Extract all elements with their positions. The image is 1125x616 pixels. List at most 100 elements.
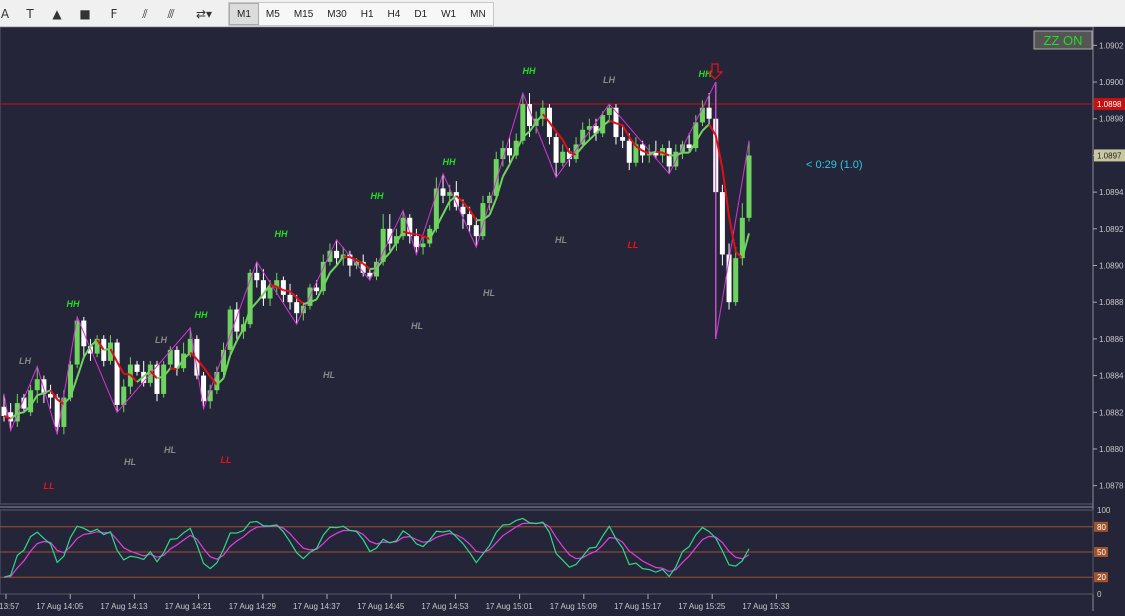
candle-body [327,250,333,262]
candle-body [507,148,513,156]
swing-label: HH [195,310,208,320]
fibonacci-icon[interactable]: ⫽ [136,4,154,24]
price-tick-label: 1.0898 [1099,115,1124,124]
oscillator-level-label: 100 [1097,506,1111,515]
price-tick-label: 1.0878 [1099,482,1124,491]
candle-body [467,214,473,226]
timeframe-mn-button[interactable]: MN [463,3,493,25]
moving-average-segment [123,372,131,376]
candle-body [167,349,173,365]
swing-label: LH [603,75,615,85]
swing-label: HL [555,235,567,245]
swing-label: HL [124,457,136,467]
swing-label: HH [275,229,288,239]
timeframe-m5-button[interactable]: M5 [259,3,287,25]
moving-average-segment [655,150,663,154]
moving-average-segment [283,289,291,293]
candle-body [706,107,712,119]
bar-timer-label: < 0:29 (1.0) [806,159,863,171]
candle-body [553,137,559,163]
swing-label: HH [371,191,384,201]
candle-body [413,236,419,248]
moving-average-segment [561,139,571,154]
candle-body [254,272,260,281]
candle-body [48,393,54,398]
timeframe-m15-button[interactable]: M15 [287,3,320,25]
candle-body [267,287,273,299]
zz-toggle-label: ZZ ON [1044,33,1083,48]
triangle-icon[interactable]: ▲ [48,4,66,24]
candle-body [287,294,293,303]
main-plot-frame [0,26,1094,505]
time-tick-label: 17 Aug 15:17 [614,602,662,611]
candle-body [440,188,446,196]
timeframe-h4-button[interactable]: H4 [381,3,408,25]
candle-body [280,280,286,295]
candle-body [699,107,705,123]
swing-label: HH [67,299,80,309]
oscillator-level-label: 50 [1097,548,1106,557]
timeframe-h1-button[interactable]: H1 [354,3,381,25]
moving-average-segment [701,123,710,132]
moving-average-segment [476,218,484,222]
swing-label: HL [164,445,176,455]
moving-average-segment [170,367,178,371]
candle-body [473,225,479,237]
candle-body [606,107,612,116]
current-price-label: 1.0897 [1097,151,1122,160]
timeframe-m30-button[interactable]: M30 [320,3,353,25]
candle-body [666,148,672,167]
timeframe-w1-button[interactable]: W1 [434,3,463,25]
rectangle-icon[interactable]: ■ [77,4,93,24]
price-tick-label: 1.0902 [1099,41,1124,50]
candle-body [580,129,586,145]
moving-average-segment [621,124,631,138]
time-tick-label: 17 Aug 14:29 [229,602,277,611]
price-tick-label: 1.0900 [1099,78,1124,87]
price-tick-label: 1.0890 [1099,262,1124,271]
channel-icon[interactable]: ⫻ [162,4,180,24]
candle-body [161,364,167,394]
price-chart-window[interactable]: LH HH LL HL HL LH HH LL HH HL HH HL HH HL HH HL LH LL HH < … [0,26,1125,611]
price-tick-label: 1.0886 [1099,335,1124,344]
moving-average-segment [17,411,25,415]
price-tick-label: 1.0884 [1099,372,1124,381]
time-tick-label: 17 Aug 14:13 [100,602,148,611]
time-tick-label: 17 Aug 15:33 [742,602,790,611]
candle-body [719,192,725,255]
timeframe-m1-button[interactable]: M1 [229,3,259,25]
swing-label: LL [221,455,232,465]
time-tick-label: 17 Aug 14:05 [36,602,84,611]
moving-average-segment [588,132,597,141]
swing-label: LH [155,335,167,345]
candles [1,82,752,435]
moving-average-segment [728,216,737,252]
candle-body [733,258,739,303]
arrows-dropdown-icon[interactable]: ⇄▾ [190,4,218,24]
chart-canvas[interactable]: LHHHLLHLHLLHHHLLHHHLHHHLHHHLHHHLLHLLHH< … [0,26,1125,611]
price-tick-label: 1.0888 [1099,298,1124,307]
oscillator-level-label: 0 [1097,590,1102,599]
time-tick-label: 17 Aug 14:45 [357,602,405,611]
fibonacci-fan-icon[interactable]: F [106,4,122,24]
candle-body [420,243,426,248]
moving-average-segment [409,232,417,236]
candle-body [114,342,120,405]
moving-average-segment [329,264,338,274]
timeframe-d1-button[interactable]: D1 [407,3,434,25]
oscillator-level-label: 80 [1097,523,1106,532]
price-tick-label: 1.0892 [1099,225,1124,234]
swing-label: HH [443,157,456,167]
candle-body [746,155,752,218]
timeframe-selector: M1 M5 M15 M30 H1 H4 D1 W1 MN [228,2,494,26]
swing-label: HL [323,370,335,380]
swing-labels: LHHHLLHLHLLHHHLLHHHLHHHLHHHLHHHLLHLLHH< … [19,30,1093,491]
time-tick-label: 17 Aug 13:57 [0,602,20,611]
moving-average-segment [343,255,351,259]
candle-body [560,151,566,163]
text-tool-icon[interactable]: A [0,4,10,24]
moving-average-segment [502,164,511,178]
text-label-icon[interactable]: T [22,4,38,24]
candle-body [294,302,300,314]
moving-average-segment [103,347,111,351]
